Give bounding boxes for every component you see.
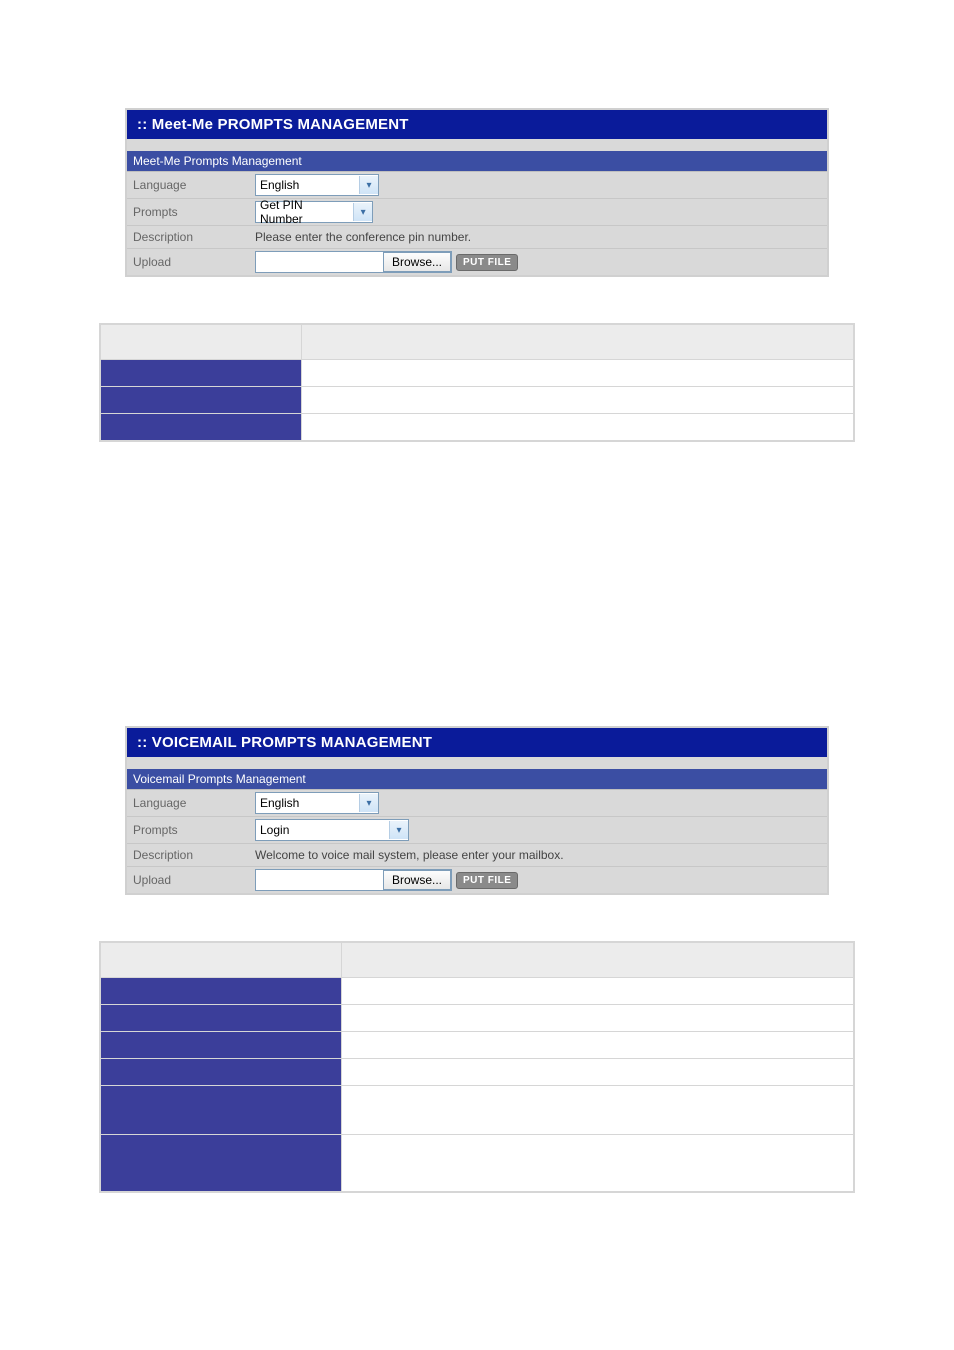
table-row [100,1059,854,1086]
voicemail-file-input-wrap: Browse... [255,869,452,891]
table-row [100,1135,854,1193]
meetme-reference-table [99,323,855,442]
voicemail-language-value: English [260,796,299,810]
voicemail-prompts-row: Prompts Login ▾ [127,817,827,844]
meetme-prompts-value: Get PIN Number [260,198,347,226]
meetme-putfile-button[interactable]: PUT FILE [456,254,518,271]
table-row [100,978,854,1005]
chevron-down-icon: ▾ [359,794,378,812]
table-row [100,387,854,414]
meetme-description-label: Description [127,226,251,248]
chevron-down-icon: ▾ [389,821,408,839]
meetme-prompts-row: Prompts Get PIN Number ▾ [127,199,827,226]
table-row [100,942,854,978]
chevron-down-icon: ▾ [353,203,372,221]
meetme-panel-subtitle: Meet-Me Prompts Management [127,151,827,172]
voicemail-prompts-select[interactable]: Login ▾ [255,819,409,841]
voicemail-language-label: Language [127,792,251,814]
table-row [100,414,854,442]
voicemail-language-select[interactable]: English ▾ [255,792,379,814]
voicemail-description-value: Welcome to voice mail system, please ent… [255,848,564,862]
voicemail-panel-title: :: VOICEMAIL PROMPTS MANAGEMENT [127,728,827,757]
voicemail-description-label: Description [127,844,251,866]
meetme-file-input-wrap: Browse... [255,251,452,273]
voicemail-file-input[interactable] [256,871,384,889]
table-row [100,324,854,360]
table-row [100,360,854,387]
meetme-panel: :: Meet-Me PROMPTS MANAGEMENT Meet-Me Pr… [125,108,829,277]
voicemail-prompts-label: Prompts [127,819,251,841]
table-row [100,1005,854,1032]
voicemail-upload-label: Upload [127,869,251,891]
meetme-description-value: Please enter the conference pin number. [255,230,471,244]
meetme-language-label: Language [127,174,251,196]
voicemail-upload-row: Upload Browse... PUT FILE [127,867,827,893]
voicemail-prompts-value: Login [260,823,289,837]
meetme-description-row: Description Please enter the conference … [127,226,827,249]
voicemail-reference-table [99,941,855,1193]
meetme-language-value: English [260,178,299,192]
voicemail-description-row: Description Welcome to voice mail system… [127,844,827,867]
meetme-upload-label: Upload [127,251,251,273]
meetme-prompts-label: Prompts [127,201,251,223]
voicemail-panel: :: VOICEMAIL PROMPTS MANAGEMENT Voicemai… [125,726,829,895]
meetme-upload-row: Upload Browse... PUT FILE [127,249,827,275]
table-row [100,1032,854,1059]
voicemail-putfile-button[interactable]: PUT FILE [456,872,518,889]
table-row [100,1086,854,1135]
voicemail-language-row: Language English ▾ [127,790,827,817]
meetme-language-row: Language English ▾ [127,172,827,199]
voicemail-browse-button[interactable]: Browse... [383,870,451,890]
meetme-browse-button[interactable]: Browse... [383,252,451,272]
meetme-file-input[interactable] [256,253,384,271]
meetme-panel-title: :: Meet-Me PROMPTS MANAGEMENT [127,110,827,139]
chevron-down-icon: ▾ [359,176,378,194]
meetme-prompts-select[interactable]: Get PIN Number ▾ [255,201,373,223]
meetme-language-select[interactable]: English ▾ [255,174,379,196]
voicemail-panel-subtitle: Voicemail Prompts Management [127,769,827,790]
